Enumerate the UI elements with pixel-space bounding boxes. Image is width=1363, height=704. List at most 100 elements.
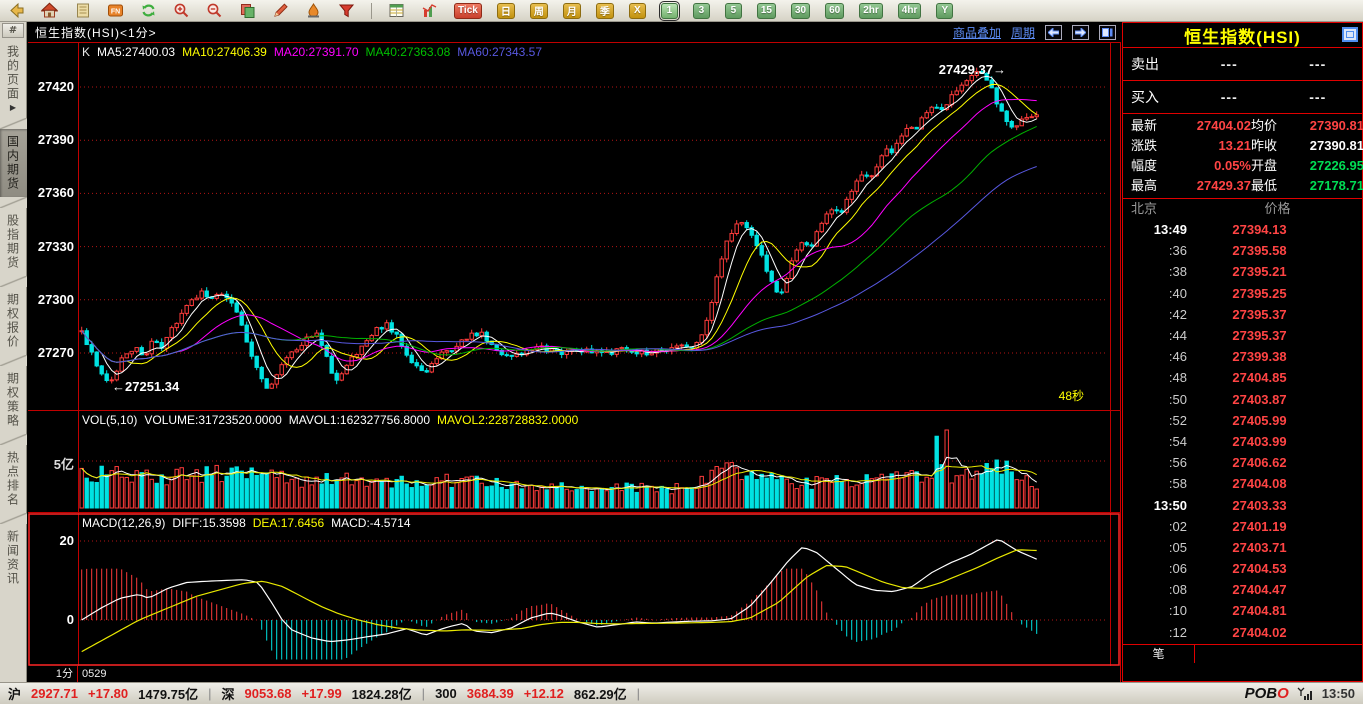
- buy-label: 买入: [1123, 87, 1185, 107]
- quote-panel-title: 恒生指数(HSI): [1123, 23, 1362, 48]
- period-button-1[interactable]: 1: [661, 3, 678, 19]
- period-button-2hr[interactable]: 2hr: [859, 3, 883, 19]
- tick-list[interactable]: 13:4927394.13:3627395.58:3827395.21:4027…: [1123, 219, 1362, 644]
- tick-row: :5427403.99: [1123, 431, 1362, 452]
- period-button-30[interactable]: 30: [791, 3, 810, 19]
- price-axis-label: 27390: [28, 132, 74, 147]
- sidebar-item-6[interactable]: 热点排名: [0, 445, 27, 513]
- period-button-Tick[interactable]: Tick: [454, 3, 482, 19]
- stat-value: 27178.71: [1295, 176, 1363, 196]
- sidebar-item-4[interactable]: 期权报价: [0, 287, 27, 355]
- tick-row: 13:5027403.33: [1123, 494, 1362, 515]
- volume-axis-label: 5亿: [28, 454, 74, 473]
- sidebar-divider: [0, 197, 27, 208]
- tick-list-header: 北京 价格: [1123, 199, 1362, 219]
- filter-icon[interactable]: [338, 2, 355, 19]
- period-link[interactable]: 周期: [1011, 24, 1035, 41]
- stat-label: 昨收: [1251, 136, 1295, 156]
- sell-volume: ---: [1274, 56, 1363, 72]
- index-quotes: 沪2927.71+17.801479.75亿|深9053.68+17.99182…: [8, 684, 650, 703]
- status-clock: 13:50: [1322, 686, 1355, 701]
- sidebar-item-7[interactable]: 新闻资讯: [0, 524, 27, 592]
- sell-price: ---: [1185, 56, 1274, 72]
- indicator-value: VOL(5,10): [82, 413, 137, 427]
- bar-count: 0529: [78, 668, 106, 680]
- tick-row: :4027395.25: [1123, 283, 1362, 304]
- chart-panel[interactable]: KMA5:27400.03MA10:27406.39MA20:27391.70M…: [28, 42, 1121, 682]
- period-button-月[interactable]: 月: [563, 3, 581, 19]
- period-button-15[interactable]: 15: [757, 3, 776, 19]
- refresh-icon[interactable]: [140, 2, 157, 19]
- sidebar-grid-button[interactable]: #: [2, 23, 24, 38]
- chart-bottom-row: 1分 0529: [28, 666, 1121, 682]
- candlestick-chart[interactable]: [28, 42, 1121, 666]
- tick-row: :4827404.85: [1123, 367, 1362, 388]
- period-button-60[interactable]: 60: [825, 3, 844, 19]
- quote-panel-tabs: 笔: [1123, 644, 1362, 663]
- svg-text:FN: FN: [111, 9, 120, 16]
- sidebar-item-3[interactable]: 股指期货: [0, 208, 27, 276]
- home-icon[interactable]: [41, 2, 58, 19]
- indicator-value: MACD(12,26,9): [82, 516, 165, 530]
- stat-value: 13.21: [1175, 136, 1251, 156]
- stat-label: 开盘: [1251, 156, 1295, 176]
- macd-indicator-line: MACD(12,26,9)DIFF:15.3598DEA:17.6456MACD…: [82, 516, 418, 530]
- back-icon[interactable]: [8, 2, 25, 19]
- zoom-in-icon[interactable]: [173, 2, 190, 19]
- index-quote-沪: 沪2927.71+17.801479.75亿: [8, 684, 198, 703]
- tick-row: :4627399.38: [1123, 346, 1362, 367]
- sidebar-item-5[interactable]: 期权策略: [0, 366, 27, 434]
- table-icon[interactable]: [388, 2, 405, 19]
- ink-icon[interactable]: [305, 2, 322, 19]
- tick-row: 13:4927394.13: [1123, 219, 1362, 240]
- period-button-5[interactable]: 5: [725, 3, 742, 19]
- stat-value: 27226.95: [1295, 156, 1363, 176]
- left-sidebar: # 我的页面▶ 国内期货股指期货期权报价期权策略热点排名新闻资讯: [0, 22, 27, 682]
- period-button-周[interactable]: 周: [530, 3, 548, 19]
- quote-stat-row: 涨跌13.21昨收27390.81: [1123, 136, 1362, 156]
- sidebar-item-2[interactable]: 国内期货: [0, 129, 27, 197]
- split-view-button[interactable]: [1099, 25, 1116, 40]
- tick-row: :0627404.53: [1123, 558, 1362, 579]
- trend-chart-icon[interactable]: [421, 2, 438, 19]
- restore-window-icon[interactable]: [1342, 27, 1358, 42]
- period-button-日[interactable]: 日: [497, 3, 515, 19]
- period-button-Y[interactable]: Y: [936, 3, 953, 19]
- sell-label: 卖出: [1123, 54, 1185, 74]
- sidebar-item-1[interactable]: 我的页面▶: [0, 39, 27, 118]
- copy-icon[interactable]: [239, 2, 256, 19]
- period-tag: 1分: [28, 666, 78, 682]
- tab-bi[interactable]: 笔: [1123, 645, 1195, 663]
- overlay-link[interactable]: 商品叠加: [953, 24, 1001, 41]
- sidebar-divider: [0, 118, 27, 129]
- fn-icon[interactable]: FN: [107, 2, 124, 19]
- period-button-4hr[interactable]: 4hr: [898, 3, 922, 19]
- zoom-out-icon[interactable]: [206, 2, 223, 19]
- notebook-icon[interactable]: [74, 2, 91, 19]
- sidebar-divider: [0, 513, 27, 524]
- prev-arrow-button[interactable]: [1045, 25, 1062, 40]
- ma-indicator-line: KMA5:27400.03MA10:27406.39MA20:27391.70M…: [82, 45, 549, 59]
- stat-value: 27404.02: [1175, 116, 1251, 136]
- indicator-value: MA40:27363.08: [366, 45, 451, 59]
- period-button-季[interactable]: 季: [596, 3, 614, 19]
- vol-indicator-line: VOL(5,10)VOLUME:31723520.0000MAVOL1:1623…: [82, 413, 585, 427]
- stat-label: 最高: [1131, 176, 1175, 196]
- buy-volume: ---: [1274, 89, 1363, 105]
- price-column-header: 价格: [1193, 199, 1362, 219]
- tick-row: :0827404.47: [1123, 579, 1362, 600]
- main-toolbar: FN Tick 日周月季X135 15 30 60 2hr 4hr Y: [0, 0, 1363, 22]
- next-arrow-button[interactable]: [1072, 25, 1089, 40]
- chart-title-row: 恒生指数(HSI)<1分> 商品叠加 周期: [27, 22, 1122, 42]
- stat-label: 最新: [1131, 116, 1175, 136]
- indicator-value: VOLUME:31723520.0000: [144, 413, 281, 427]
- sidebar-divider: [0, 434, 27, 445]
- edit-icon[interactable]: [272, 2, 289, 19]
- toolbar-separator: [371, 3, 372, 19]
- index-quote-300: 3003684.39+12.12862.29亿: [435, 684, 627, 703]
- indicator-value: MACD:-4.5714: [331, 516, 410, 530]
- period-button-X[interactable]: X: [629, 3, 646, 19]
- pobo-logo: POBO: [1245, 685, 1289, 702]
- period-button-3[interactable]: 3: [693, 3, 710, 19]
- indicator-value: K: [82, 45, 90, 59]
